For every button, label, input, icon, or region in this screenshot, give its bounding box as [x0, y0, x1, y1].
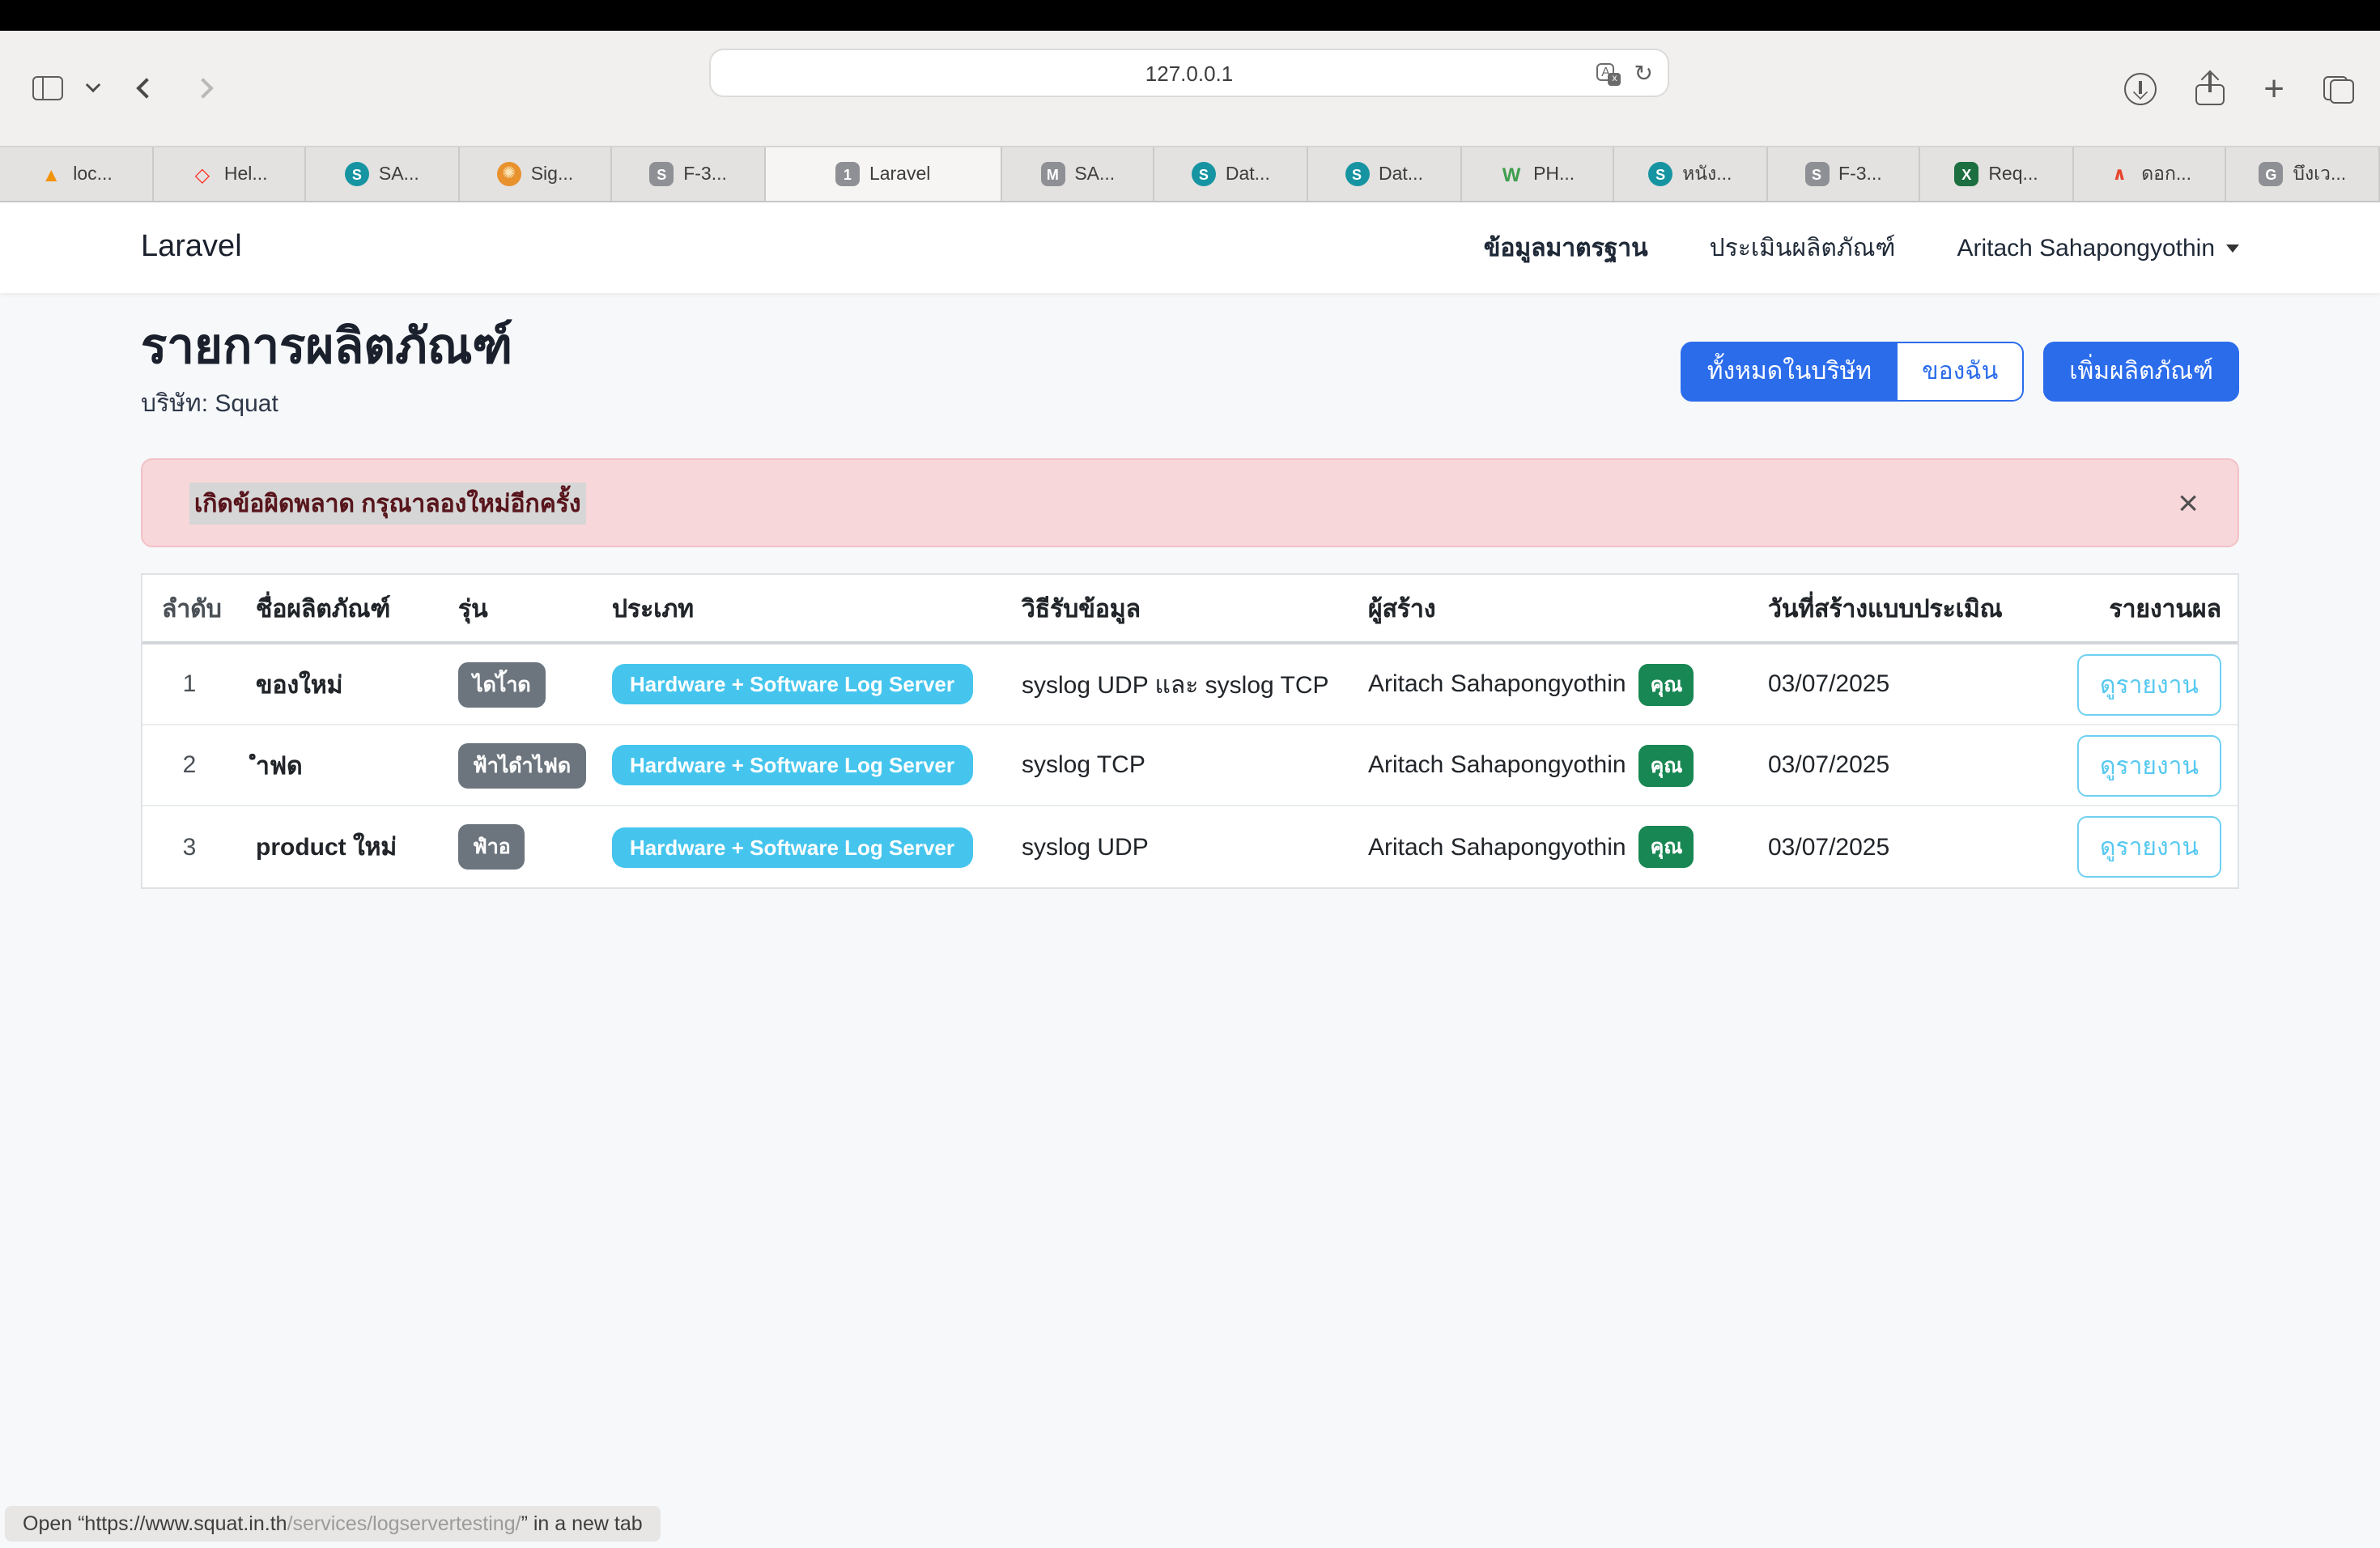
translate-icon[interactable]: Ax [1597, 62, 1621, 83]
table-row: 1 ของใหม่ ไดไ้าด Hardware + Software Log… [142, 644, 2238, 725]
phpmyadmin-icon: ▲ [39, 162, 63, 186]
all-company-button[interactable]: ทั้งหมดในบริษัท [1681, 341, 1898, 401]
user-name: Aritach Sahapongyothin [1957, 234, 2215, 262]
letter-g-icon: G [2259, 162, 2283, 186]
number-1-icon: 1 [835, 162, 860, 186]
tab-req[interactable]: XReq... [1920, 147, 2073, 201]
you-badge: คุณ [1639, 663, 1694, 705]
you-badge: คุณ [1639, 744, 1694, 786]
letter-s-icon: S [649, 162, 674, 186]
type-badge: Hardware + Software Log Server [612, 745, 972, 785]
letter-s-icon: S [1804, 162, 1829, 186]
error-message: เกิดข้อผิดพลาด กรุณาลองใหม่อีกครั้ง [189, 482, 586, 524]
user-dropdown[interactable]: Aritach Sahapongyothin [1957, 234, 2239, 262]
view-report-button[interactable]: ดูรายงาน [2077, 816, 2221, 878]
excel-icon: X [1954, 162, 1978, 186]
brand-logo[interactable]: Laravel [141, 230, 242, 266]
close-icon[interactable]: × [2178, 485, 2199, 521]
screenshot-viewport: 127.0.0.1 Ax ↻ + ▲loc... ◇Hel... SSA... … [0, 0, 2380, 1548]
caret-down-icon [2226, 244, 2239, 252]
share-icon[interactable] [2195, 73, 2225, 105]
model-badge: ฟ้าไดำไฟด [458, 742, 585, 788]
tab-strip: ▲loc... ◇Hel... SSA... ✺Sig... SF-3... 1… [0, 147, 2380, 202]
main-content: รายการผลิตภัณฑ์ บริษัท: Squat ทั้งหมดในบ… [0, 293, 2380, 889]
sidebar-toggle-icon[interactable] [32, 76, 63, 100]
tab-helper[interactable]: ◇Hel... [153, 147, 306, 201]
sharepoint-icon: S [1345, 162, 1369, 186]
reload-icon[interactable]: ↻ [1634, 59, 1653, 87]
back-icon[interactable] [136, 78, 156, 98]
table-header-row: ลำดับ ชื่อผลิตภัณฑ์ รุ่น ประเภท วิธีรับข… [142, 575, 2238, 644]
tab-overview-icon[interactable] [2323, 75, 2354, 103]
tab-localhost[interactable]: ▲loc... [0, 147, 153, 201]
nav-link-evaluate-product[interactable]: ประเมินผลิตภัณฑ์ [1710, 228, 1896, 267]
type-badge: Hardware + Software Log Server [612, 664, 972, 704]
link-status-bar: Open “https://www.squat.in.th/services/l… [5, 1506, 661, 1542]
tab-dok[interactable]: ∧ดอก... [2074, 147, 2227, 201]
app-navbar: Laravel ข้อมูลมาตรฐาน ประเมินผลิตภัณฑ์ A… [0, 202, 2380, 293]
url-text: 127.0.0.1 [1145, 61, 1233, 85]
creator-name: Aritach Sahapongyothin [1368, 670, 1626, 698]
tab-sa[interactable]: MSA... [1002, 147, 1155, 201]
forward-icon [193, 78, 213, 98]
nav-link-standard-data[interactable]: ข้อมูลมาตรฐาน [1484, 228, 1648, 267]
tab-f3-2[interactable]: SF-3... [1767, 147, 1920, 201]
error-alert: เกิดข้อผิดพลาด กรุณาลองใหม่อีกครั้ง × [141, 458, 2239, 547]
new-tab-icon[interactable]: + [2263, 73, 2284, 105]
table-row: 2 ําฟด ฟ้าไดำไฟด Hardware + Software Log… [142, 725, 2238, 806]
created-date: 03/07/2025 [1749, 833, 2058, 861]
tab-dat-2[interactable]: SDat... [1308, 147, 1461, 201]
tab-php[interactable]: WPH... [1461, 147, 1614, 201]
type-badge: Hardware + Software Log Server [612, 827, 972, 867]
letter-m-icon: M [1040, 162, 1065, 186]
tab-bueng[interactable]: Gบึงเว... [2227, 147, 2380, 201]
view-report-button[interactable]: ดูรายงาน [2077, 734, 2221, 796]
red-chevrons-icon: ∧ [2107, 162, 2131, 186]
view-report-button[interactable]: ดูรายงาน [2077, 653, 2221, 715]
chevron-down-icon[interactable] [86, 78, 100, 92]
model-badge: ไดไ้าด [458, 661, 546, 707]
sharepoint-icon: S [345, 162, 369, 186]
add-product-button[interactable]: เพิ่มผลิตภัณฑ์ [2043, 341, 2239, 401]
table-row: 3 product ใหม่ ฟำอ Hardware + Software L… [142, 806, 2238, 887]
w3schools-icon: W [1499, 162, 1524, 186]
tab-sharepoint-1[interactable]: SSA... [306, 147, 459, 201]
tab-laravel-active[interactable]: 1Laravel [766, 147, 1002, 201]
model-badge: ฟำอ [458, 824, 525, 870]
tab-dat-1[interactable]: SDat... [1155, 147, 1308, 201]
downloads-icon[interactable] [2124, 73, 2157, 105]
creator-name: Aritach Sahapongyothin [1368, 833, 1626, 861]
browser-window: 127.0.0.1 Ax ↻ + ▲loc... ◇Hel... SSA... … [0, 0, 2380, 1548]
company-label: บริษัท: Squat [141, 384, 512, 423]
created-date: 03/07/2025 [1749, 751, 2058, 779]
laravel-icon: ◇ [190, 162, 215, 186]
my-products-button[interactable]: ของฉัน [1898, 341, 2024, 401]
address-bar[interactable]: 127.0.0.1 Ax ↻ [709, 49, 1669, 97]
sharepoint-icon: S [1648, 162, 1672, 186]
page-title: รายการผลิตภัณฑ์ [141, 319, 512, 377]
tab-nung[interactable]: Sหนัง... [1614, 147, 1767, 201]
created-date: 03/07/2025 [1749, 670, 2058, 698]
tab-sig[interactable]: ✺Sig... [459, 147, 612, 201]
you-badge: คุณ [1639, 826, 1694, 868]
sharepoint-icon: S [1192, 162, 1216, 186]
browser-toolbar: 127.0.0.1 Ax ↻ + [0, 31, 2380, 147]
seal-icon: ✺ [497, 162, 521, 186]
filter-button-group: ทั้งหมดในบริษัท ของฉัน [1681, 341, 2024, 401]
menu-bar [0, 0, 2380, 31]
creator-name: Aritach Sahapongyothin [1368, 751, 1626, 779]
products-table: ลำดับ ชื่อผลิตภัณฑ์ รุ่น ประเภท วิธีรับข… [141, 573, 2239, 889]
tab-f3-1[interactable]: SF-3... [613, 147, 766, 201]
